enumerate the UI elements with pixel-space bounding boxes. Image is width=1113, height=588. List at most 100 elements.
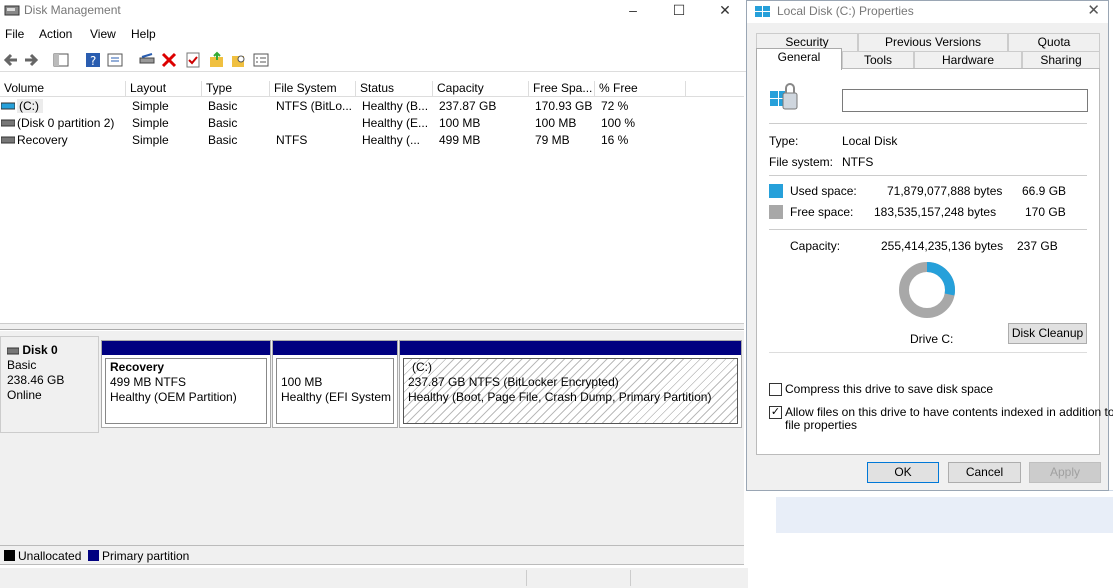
show-hide-console-tree-icon[interactable]: [52, 51, 70, 69]
disk-cleanup-button[interactable]: Disk Cleanup: [1008, 323, 1087, 344]
menu-view[interactable]: View: [90, 27, 116, 41]
column-volume[interactable]: Volume: [0, 81, 126, 97]
compress-checkbox[interactable]: [769, 383, 782, 396]
toolbar: ?: [0, 48, 748, 72]
properties-dialog: Local Disk (C:) Properties ✕ Security Pr…: [746, 0, 1113, 491]
delete-icon[interactable]: [160, 51, 178, 69]
menu-help[interactable]: Help: [131, 27, 156, 41]
partition-efi[interactable]: 100 MB Healthy (EFI System P: [272, 340, 398, 428]
background-window: [748, 490, 1113, 588]
cell-capacity: 100 MB: [439, 116, 481, 130]
general-tab-panel: Type: Local Disk File system: NTFS Used …: [756, 68, 1113, 455]
svg-text:?: ?: [90, 54, 96, 68]
free-space-gb: 170 GB: [1025, 205, 1066, 219]
column-file-system[interactable]: File System: [270, 81, 356, 97]
status-divider: [526, 570, 527, 586]
cell-type: Basic: [208, 99, 238, 113]
partition-size: 100 MB: [281, 375, 323, 389]
partition-name: (C:): [412, 360, 432, 374]
primary-partition-bar: [102, 341, 270, 355]
volume-name-input[interactable]: [842, 89, 1088, 112]
menu-action[interactable]: Action: [39, 27, 72, 41]
type-value: Local Disk: [842, 134, 898, 148]
partition-recovery[interactable]: Recovery 499 MB NTFS Healthy (OEM Partit…: [101, 340, 271, 428]
partition-status: Healthy (OEM Partition): [110, 390, 237, 404]
volume-drive-icon: [1, 119, 15, 127]
tab-tools[interactable]: Tools: [842, 51, 914, 69]
partition-status: Healthy (EFI System P: [281, 390, 394, 404]
disk-usage-donut: [899, 262, 955, 318]
used-space-bytes: 71,879,077,888 bytes: [887, 184, 1003, 198]
index-checkbox[interactable]: ✓: [769, 406, 782, 419]
disk-management-window: Disk Management – ☐ ✕ File Action View H…: [0, 0, 748, 588]
help-icon[interactable]: ?: [84, 51, 102, 69]
type-label: Type:: [769, 134, 799, 148]
partition-name: [281, 360, 389, 375]
tab-quota[interactable]: Quota: [1008, 33, 1100, 51]
check-disk-icon[interactable]: [184, 51, 202, 69]
disk-name-text: Disk 0: [22, 343, 58, 357]
tab-sharing[interactable]: Sharing: [1022, 51, 1100, 69]
forward-arrow-icon[interactable]: [22, 51, 40, 69]
cell-status: Healthy (E...: [362, 116, 429, 130]
separator: [769, 175, 1087, 176]
tab-hardware[interactable]: Hardware: [914, 51, 1022, 69]
used-space-gb: 66.9 GB: [1022, 184, 1067, 198]
drive-icon: [755, 6, 770, 17]
dialog-close-button[interactable]: ✕: [1087, 1, 1100, 19]
close-button[interactable]: ✕: [702, 0, 748, 22]
minimize-button[interactable]: –: [610, 0, 656, 22]
apply-button[interactable]: Apply: [1029, 462, 1101, 483]
title-bar: Disk Management – ☐ ✕: [0, 0, 748, 22]
maximize-button[interactable]: ☐: [656, 0, 702, 22]
disk-0-label[interactable]: Disk 0 Basic 238.46 GB Online: [0, 336, 99, 433]
cancel-button[interactable]: Cancel: [948, 462, 1021, 483]
partition-c[interactable]: (C:) 237.87 GB NTFS (BitLocker Encrypted…: [399, 340, 742, 428]
properties-icon[interactable]: [106, 51, 124, 69]
separator: [769, 229, 1087, 230]
partition-size: 499 MB NTFS: [110, 375, 187, 389]
cell-type: Basic: [208, 133, 238, 147]
cell-file-system: NTFS: [276, 133, 308, 147]
legend: Unallocated Primary partition: [0, 545, 744, 565]
separator: [769, 123, 1087, 124]
table-row[interactable]: Recovery Simple Basic NTFS Healthy (... …: [0, 132, 744, 149]
cell-file-system: NTFS (BitLo...: [276, 99, 353, 113]
cell-layout: Simple: [132, 99, 169, 113]
tab-previous-versions[interactable]: Previous Versions: [858, 33, 1008, 51]
file-system-label: File system:: [769, 155, 834, 169]
column-layout[interactable]: Layout: [126, 81, 202, 97]
column-percent-free[interactable]: % Free: [595, 81, 686, 97]
index-label-line2: file properties: [785, 418, 858, 432]
column-free-space[interactable]: Free Spa...: [529, 81, 595, 97]
disk-graphical-view: Disk 0 Basic 238.46 GB Online Recovery 4…: [0, 331, 744, 545]
legend-primary-partition: Primary partition: [102, 549, 190, 563]
partition-details: 100 MB Healthy (EFI System P: [276, 358, 394, 424]
table-row[interactable]: (C:) Simple Basic NTFS (BitLo... Healthy…: [0, 98, 744, 115]
menu-file[interactable]: File: [5, 27, 24, 41]
disk-state: Online: [7, 388, 42, 402]
ok-button[interactable]: OK: [867, 462, 939, 483]
explore-icon[interactable]: [230, 51, 248, 69]
open-folder-icon[interactable]: [208, 51, 226, 69]
partition-status: Healthy (Boot, Page File, Crash Dump, Pr…: [408, 390, 712, 404]
column-status[interactable]: Status: [356, 81, 433, 97]
cell-status: Healthy (...: [362, 133, 421, 147]
list-view-icon[interactable]: [252, 51, 270, 69]
used-space-label: Used space:: [790, 184, 857, 198]
pane-splitter[interactable]: [0, 323, 744, 330]
connect-drive-icon[interactable]: [138, 51, 156, 69]
compress-label: Compress this drive to save disk space: [785, 382, 994, 396]
partition-name: Recovery: [110, 360, 165, 374]
table-row[interactable]: (Disk 0 partition 2) Simple Basic Health…: [0, 115, 744, 132]
partition-details: Recovery 499 MB NTFS Healthy (OEM Partit…: [105, 358, 267, 424]
cell-volume: (C:): [17, 99, 43, 113]
back-arrow-icon[interactable]: [2, 51, 20, 69]
tab-general[interactable]: General: [756, 48, 842, 70]
disk-size: 238.46 GB: [7, 373, 65, 387]
window-title: Disk Management: [24, 3, 121, 17]
column-capacity[interactable]: Capacity: [433, 81, 529, 97]
cell-free-space: 79 MB: [535, 133, 570, 147]
column-type[interactable]: Type: [202, 81, 270, 97]
used-space-swatch: [769, 184, 783, 198]
